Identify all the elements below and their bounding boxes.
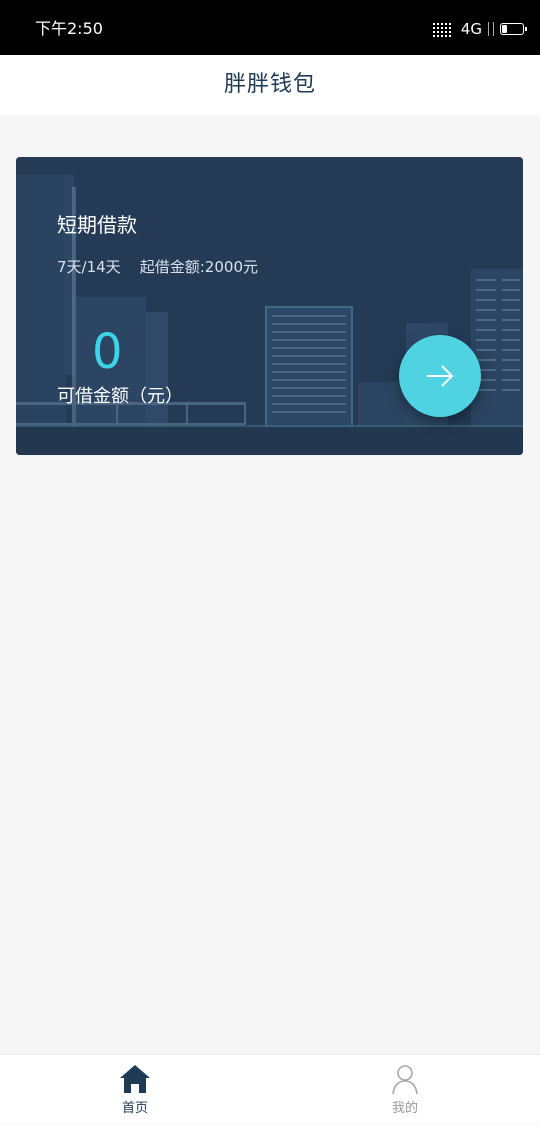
tab-home[interactable]: 首页 [75, 1055, 195, 1125]
apply-loan-button[interactable] [399, 335, 481, 417]
user-icon [392, 1065, 418, 1095]
bottom-tab-bar: 首页 我的 [0, 1054, 540, 1124]
app-header: 胖胖钱包 [0, 55, 540, 115]
signal-icon [432, 21, 455, 37]
status-time: 下午2:50 [35, 19, 103, 38]
arrow-right-icon [427, 365, 454, 387]
loan-product-title: 短期借款 [57, 213, 137, 237]
available-amount-label: 可借金额（元） [57, 386, 183, 407]
tab-home-label: 首页 [121, 1101, 148, 1116]
loan-terms: 7天/14天 起借金额:2000元 [57, 258, 258, 276]
short-term-loan-card[interactable]: 短期借款 7天/14天 起借金额:2000元 0 可借金额（元） [16, 157, 523, 455]
home-icon [120, 1065, 150, 1093]
status-indicators: 4G [432, 18, 527, 40]
signal-secondary-icon [488, 22, 494, 36]
battery-icon [500, 23, 527, 35]
network-type: 4G [460, 20, 482, 38]
available-amount-value: 0 [92, 324, 123, 380]
status-bar: 下午2:50 4G [0, 0, 540, 55]
page-title: 胖胖钱包 [223, 72, 316, 97]
tab-mine[interactable]: 我的 [345, 1055, 465, 1125]
tab-mine-label: 我的 [391, 1101, 418, 1116]
